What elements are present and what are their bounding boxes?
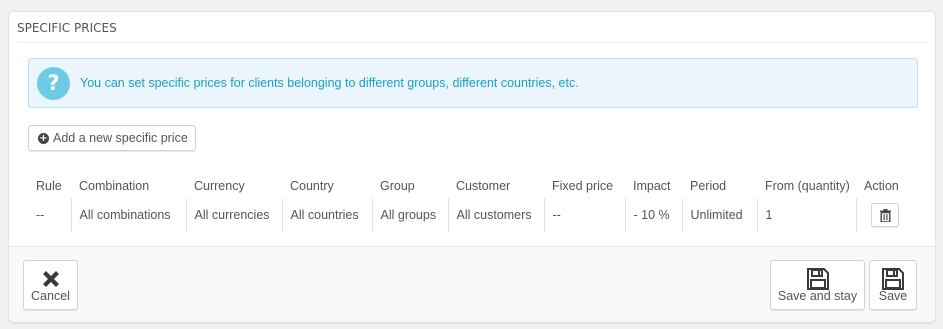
cell-customer: All customers	[447, 198, 544, 232]
specific-prices-table: Rule Combination Currency Country Group …	[28, 174, 918, 232]
info-alert: ? You can set specific prices for client…	[28, 58, 918, 108]
panel-title: SPECIFIC PRICES	[17, 12, 928, 43]
close-icon	[42, 271, 59, 287]
col-fixed-price: Fixed price	[552, 179, 614, 193]
cell-period: Unlimited	[681, 198, 757, 232]
add-specific-price-button[interactable]: + Add a new specific price	[28, 125, 196, 151]
alert-message: You can set specific prices for clients …	[80, 76, 579, 90]
save-icon	[806, 268, 829, 290]
col-from-quantity: From (quantity)	[765, 179, 850, 193]
cell-country: All countries	[281, 198, 372, 232]
cell-from-quantity: 1	[756, 198, 856, 232]
col-impact: Impact	[633, 179, 671, 193]
add-specific-price-label: Add a new specific price	[53, 131, 188, 145]
cell-action	[855, 198, 918, 232]
trash-icon	[879, 209, 891, 222]
cell-impact: - 10 %	[624, 198, 682, 232]
col-currency: Currency	[194, 179, 245, 193]
save-and-stay-button[interactable]: Save and stay	[770, 260, 865, 310]
save-label: Save	[878, 289, 908, 303]
save-icon	[882, 268, 904, 290]
save-and-stay-label: Save and stay	[777, 289, 858, 303]
save-button[interactable]: Save	[869, 260, 917, 310]
cancel-button[interactable]: Cancel	[23, 260, 78, 310]
plus-circle-icon: +	[38, 133, 49, 144]
cell-rule: --	[36, 208, 45, 222]
col-period: Period	[690, 179, 727, 193]
delete-button[interactable]	[870, 203, 899, 227]
cell-group: All groups	[371, 198, 448, 232]
cell-currency: All currencies	[185, 198, 282, 232]
cell-combination: All combinations	[70, 198, 186, 232]
question-circle-icon: ?	[37, 67, 70, 100]
col-country: Country	[290, 179, 334, 193]
table-row: -- All combinations All currencies All c…	[28, 198, 918, 232]
col-combination: Combination	[79, 179, 150, 193]
col-rule: Rule	[36, 179, 62, 193]
cell-fixed-price: --	[543, 198, 625, 232]
col-customer: Customer	[456, 179, 511, 193]
cancel-label: Cancel	[31, 289, 70, 303]
panel-footer: Cancel Save and stay Save	[9, 246, 935, 322]
table-header-row: Rule Combination Currency Country Group …	[28, 174, 918, 198]
col-action: Action	[864, 179, 899, 193]
specific-prices-panel: SPECIFIC PRICES ? You can set specific p…	[8, 11, 936, 322]
col-group: Group	[380, 179, 415, 193]
